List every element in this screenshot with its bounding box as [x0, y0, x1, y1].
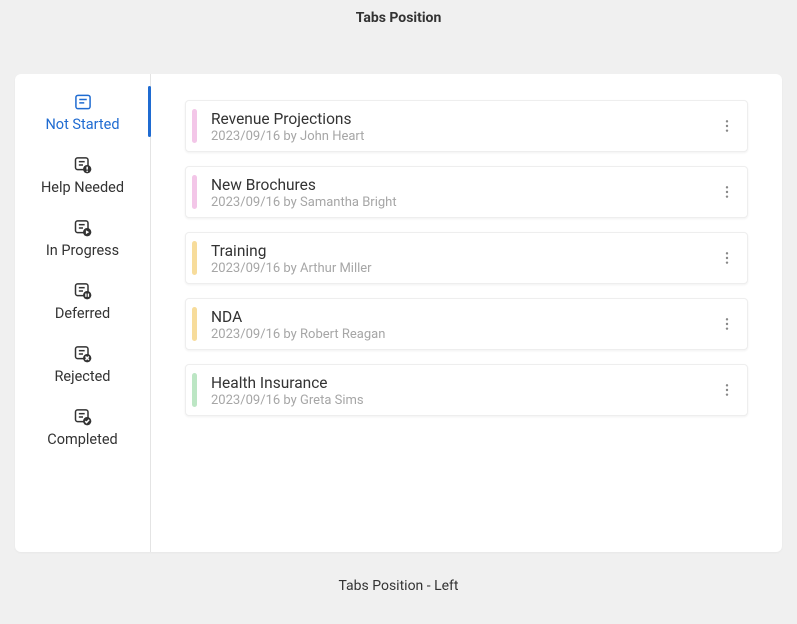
tab-rejected[interactable]: Rejected — [15, 332, 150, 395]
task-card[interactable]: NDA 2023/09/16 by Robert Reagan — [185, 298, 748, 350]
tab-label: Completed — [47, 431, 117, 448]
task-meta: 2023/09/16 by John Heart — [211, 129, 707, 144]
page-title: Tabs Position — [0, 0, 797, 30]
task-alert-icon — [73, 155, 93, 175]
task-title: Health Insurance — [211, 374, 707, 392]
tab-label: Not Started — [45, 116, 119, 133]
task-meta: 2023/09/16 by Robert Reagan — [211, 327, 707, 342]
task-title: Revenue Projections — [211, 110, 707, 128]
card-menu-button[interactable] — [707, 382, 747, 398]
tab-label: Help Needed — [41, 179, 124, 196]
card-menu-button[interactable] — [707, 316, 747, 332]
task-body: New Brochures 2023/09/16 by Samantha Bri… — [197, 168, 707, 217]
tab-label: Deferred — [55, 305, 110, 322]
task-body: Health Insurance 2023/09/16 by Greta Sim… — [197, 366, 707, 415]
task-card[interactable]: Revenue Projections 2023/09/16 by John H… — [185, 100, 748, 152]
task-title: New Brochures — [211, 176, 707, 194]
card-menu-button[interactable] — [707, 184, 747, 200]
tab-help-needed[interactable]: Help Needed — [15, 143, 150, 206]
more-vertical-icon — [719, 184, 735, 200]
footer-caption: Tabs Position - Left — [0, 578, 797, 594]
task-card[interactable]: New Brochures 2023/09/16 by Samantha Bri… — [185, 166, 748, 218]
task-list: Revenue Projections 2023/09/16 by John H… — [151, 74, 782, 552]
task-body: NDA 2023/09/16 by Robert Reagan — [197, 300, 707, 349]
more-vertical-icon — [719, 118, 735, 134]
task-body: Training 2023/09/16 by Arthur Miller — [197, 234, 707, 283]
more-vertical-icon — [719, 250, 735, 266]
task-body: Revenue Projections 2023/09/16 by John H… — [197, 102, 707, 151]
task-card[interactable]: Training 2023/09/16 by Arthur Miller — [185, 232, 748, 284]
tabs-panel: Not Started Help Needed — [15, 74, 782, 552]
tabs-list: Not Started Help Needed — [15, 74, 151, 552]
tab-deferred[interactable]: Deferred — [15, 269, 150, 332]
task-title: Training — [211, 242, 707, 260]
more-vertical-icon — [719, 382, 735, 398]
task-play-icon — [73, 218, 93, 238]
task-meta: 2023/09/16 by Arthur Miller — [211, 261, 707, 276]
task-check-icon — [73, 407, 93, 427]
tab-not-started[interactable]: Not Started — [15, 80, 150, 143]
task-meta: 2023/09/16 by Samantha Bright — [211, 195, 707, 210]
task-card[interactable]: Health Insurance 2023/09/16 by Greta Sim… — [185, 364, 748, 416]
task-reject-icon — [73, 344, 93, 364]
tab-completed[interactable]: Completed — [15, 395, 150, 458]
more-vertical-icon — [719, 316, 735, 332]
tab-label: Rejected — [55, 368, 111, 385]
task-icon — [73, 92, 93, 112]
task-title: NDA — [211, 308, 707, 326]
card-menu-button[interactable] — [707, 118, 747, 134]
tab-label: In Progress — [46, 242, 119, 259]
task-meta: 2023/09/16 by Greta Sims — [211, 393, 707, 408]
tab-in-progress[interactable]: In Progress — [15, 206, 150, 269]
task-pause-icon — [73, 281, 93, 301]
card-menu-button[interactable] — [707, 250, 747, 266]
